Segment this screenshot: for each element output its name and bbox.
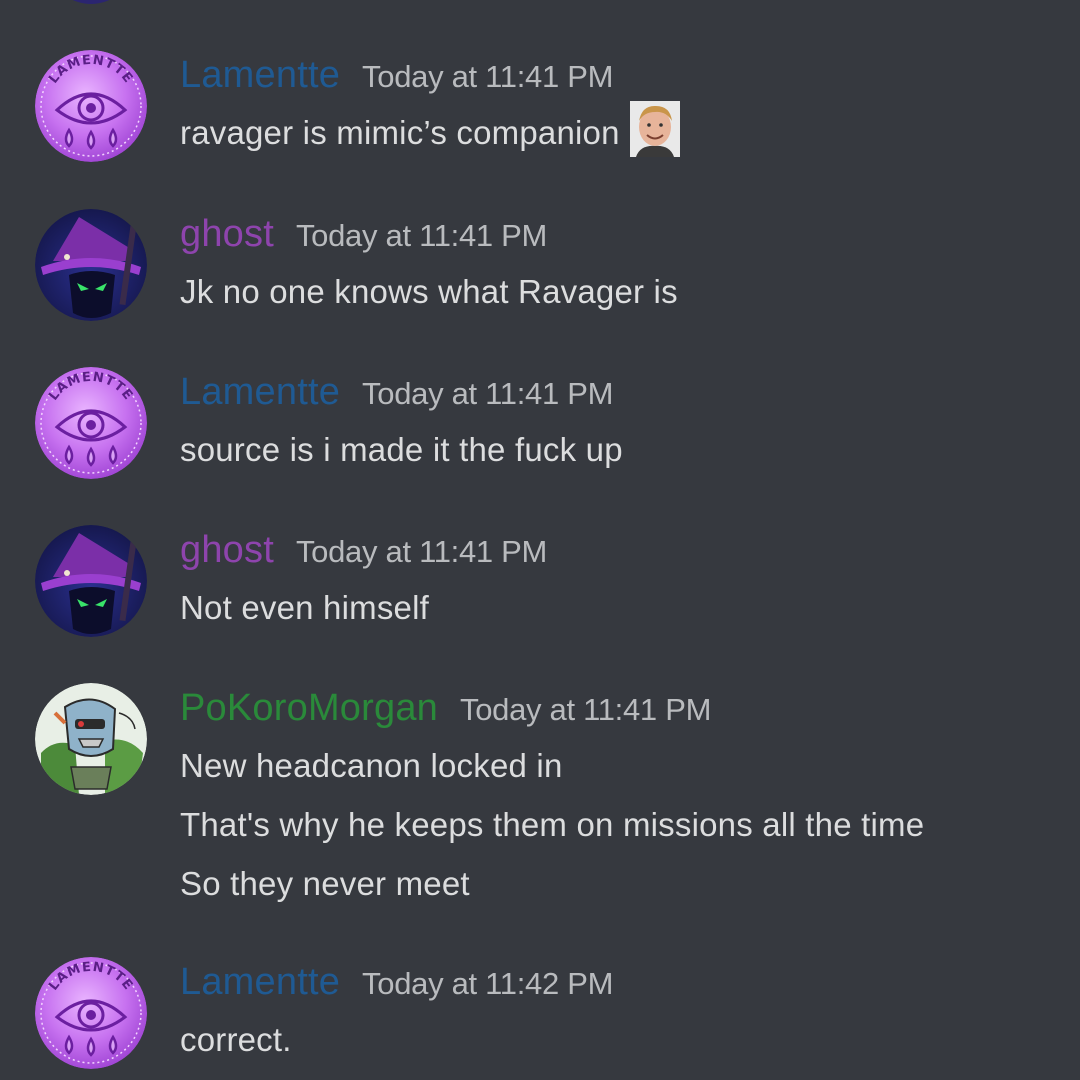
message-header: Lamentte Today at 11:41 PM xyxy=(180,371,613,417)
message-header: ghost Today at 11:41 PM xyxy=(180,213,547,259)
message-body: source is i made it the fuck up xyxy=(180,430,623,489)
message-text: So they never meet xyxy=(180,865,470,902)
message-header: ghost Today at 11:41 PM xyxy=(180,529,547,575)
avatar[interactable] xyxy=(35,683,147,795)
avatar[interactable]: LAMENTTE xyxy=(35,367,147,479)
message-header: Lamentte Today at 11:42 PM xyxy=(180,961,613,1007)
avatar[interactable]: LAMENTTE xyxy=(35,50,147,162)
message-line: correct. xyxy=(180,1020,292,1079)
message-text: Jk no one knows what Ravager is xyxy=(180,273,678,310)
message-line: Not even himself xyxy=(180,588,429,647)
timestamp: Today at 11:41 PM xyxy=(362,376,614,411)
message-text: source is i made it the fuck up xyxy=(180,431,623,468)
timestamp: Today at 11:41 PM xyxy=(295,218,548,253)
message-line: So they never meet xyxy=(180,864,924,923)
robot-drawing-avatar-icon xyxy=(35,683,147,795)
ghost-witch-avatar-icon xyxy=(35,525,147,637)
message-line: New headcanon locked in xyxy=(180,746,924,805)
ghost-witch-avatar-icon xyxy=(35,209,147,321)
message-line: That's why he keeps them on missions all… xyxy=(180,805,924,864)
author-name[interactable]: ghost xyxy=(180,213,274,255)
message-text: ravager is mimic’s companion xyxy=(180,114,620,151)
message-body: correct. xyxy=(180,1020,292,1079)
message-body: New headcanon locked in That's why he ke… xyxy=(180,746,924,923)
message-text: Not even himself xyxy=(180,589,429,626)
lamentte-eye-avatar-icon: LAMENTTE xyxy=(35,50,147,162)
timestamp: Today at 11:41 PM xyxy=(295,534,548,569)
previous-message-avatar[interactable] xyxy=(58,0,124,4)
message-header: Lamentte Today at 11:41 PM xyxy=(180,54,613,100)
author-name[interactable]: Lamentte xyxy=(180,371,340,413)
message-line: ravager is mimic’s companion xyxy=(180,101,680,172)
message-header: PoKoroMorgan Today at 11:41 PM xyxy=(180,687,711,733)
author-name[interactable]: Lamentte xyxy=(180,961,340,1003)
author-name[interactable]: ghost xyxy=(180,529,274,571)
avatar[interactable] xyxy=(35,209,147,321)
message-body: Not even himself xyxy=(180,588,429,647)
timestamp: Today at 11:41 PM xyxy=(362,59,614,94)
lamentte-eye-avatar-icon: LAMENTTE xyxy=(35,957,147,1069)
timestamp: Today at 11:41 PM xyxy=(460,692,712,727)
lamentte-eye-avatar-icon: LAMENTTE xyxy=(35,367,147,479)
message-line: Jk no one knows what Ravager is xyxy=(180,272,678,331)
avatar[interactable]: LAMENTTE xyxy=(35,957,147,1069)
timestamp: Today at 11:42 PM xyxy=(362,966,614,1001)
message-body: ravager is mimic’s companion xyxy=(180,101,680,172)
avatar[interactable] xyxy=(35,525,147,637)
smiling-man-face-emoji-icon[interactable] xyxy=(629,101,680,158)
message-line: source is i made it the fuck up xyxy=(180,430,623,489)
message-text: New headcanon locked in xyxy=(180,747,563,784)
author-name[interactable]: Lamentte xyxy=(180,54,340,96)
author-name[interactable]: PoKoroMorgan xyxy=(180,687,438,729)
message-text: correct. xyxy=(180,1021,292,1058)
message-body: Jk no one knows what Ravager is xyxy=(180,272,678,331)
message-text: That's why he keeps them on missions all… xyxy=(180,806,925,843)
